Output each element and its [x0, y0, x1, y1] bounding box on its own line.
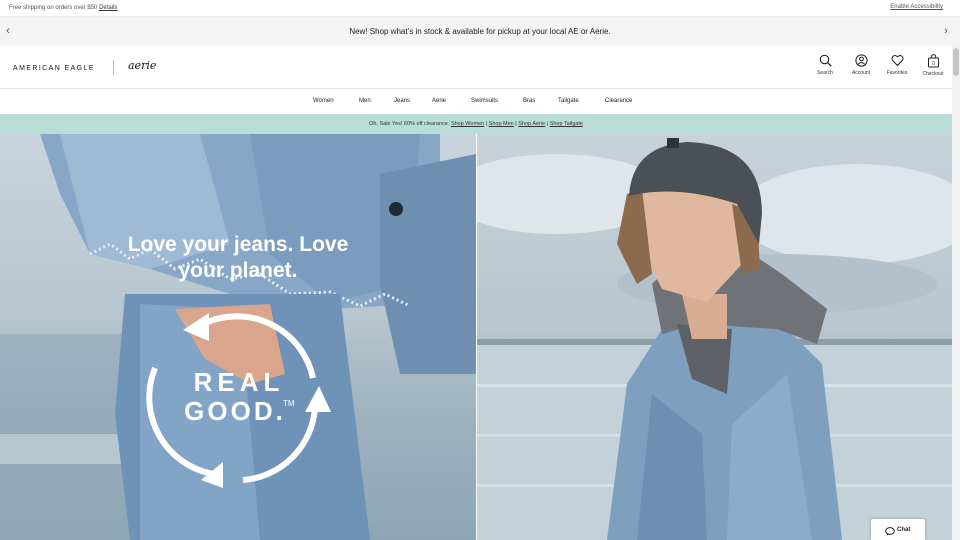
aerie-logo[interactable]: aerie — [128, 59, 156, 72]
sale-text: Oh, Sale Yes! 60% off clearance. — [369, 121, 450, 127]
shipping-text: Free shipping on orders over $50 — [9, 5, 98, 11]
shop-women-link[interactable]: Shop Women — [451, 121, 484, 127]
bag-count: 0 — [932, 61, 935, 67]
bag-icon: 0 — [927, 54, 939, 68]
heart-icon — [891, 55, 903, 67]
hero-real-good[interactable]: REAL GOOD. TM — [0, 134, 476, 540]
shipping-notice: Free shipping on orders over $50 Details — [9, 5, 117, 11]
page-scrollbar[interactable] — [952, 46, 960, 540]
favorites-label: Favorites — [886, 70, 908, 76]
good-text: GOOD. — [184, 396, 286, 426]
nav-item-swimsuits[interactable]: Swimsuits — [471, 98, 498, 104]
account-label: Account — [851, 70, 871, 76]
chat-label: Chat — [897, 527, 911, 533]
sale-banner: Oh, Sale Yes! 60% off clearance. Shop Wo… — [0, 114, 952, 134]
separator: | — [546, 121, 549, 127]
site-header: AMERICAN EAGLE aerie Search Account Favo… — [0, 46, 952, 89]
separator: | — [515, 121, 517, 127]
nav-item-aerie[interactable]: Aerie — [432, 98, 446, 104]
hero-love-your-jeans[interactable] — [477, 134, 952, 540]
american-eagle-logo[interactable]: AMERICAN EAGLE — [13, 65, 95, 72]
hero-headline: Love your jeans. Love your planet. — [127, 233, 349, 282]
model-photo — [477, 138, 952, 540]
nav-item-tailgate[interactable]: Tailgate — [558, 98, 579, 104]
search-button[interactable]: Search — [809, 54, 841, 76]
nav-item-jeans[interactable]: Jeans — [394, 98, 410, 104]
promo-text[interactable]: New! Shop what’s in stock & available fo… — [0, 27, 960, 36]
shop-tailgate-link[interactable]: Shop Tailgate — [550, 121, 583, 127]
separator: | — [485, 121, 488, 127]
nav-item-clearance[interactable]: Clearance — [605, 98, 632, 104]
shop-men-link[interactable]: Shop Men — [489, 121, 514, 127]
account-button[interactable]: Account — [845, 54, 877, 76]
real-text: REAL — [194, 367, 285, 397]
main-nav: Women Men Jeans Aerie Swimsuits Bras Tai… — [0, 89, 952, 114]
header-icons: Search Account Favorites 0 Checkout — [809, 54, 944, 80]
utility-bar: Free shipping on orders over $50 Details… — [0, 0, 960, 17]
carousel-next-icon[interactable]: › — [941, 25, 951, 37]
nav-item-bras[interactable]: Bras — [523, 98, 535, 104]
search-icon — [819, 54, 832, 67]
checkout-label: Checkout — [922, 71, 944, 77]
scrollbar-thumb[interactable] — [953, 48, 959, 76]
shipping-details-link[interactable]: Details — [99, 5, 117, 11]
shop-aerie-link[interactable]: Shop Aerie — [518, 121, 545, 127]
trademark-text: TM — [283, 399, 295, 408]
account-icon — [854, 54, 868, 67]
logo-divider — [113, 60, 114, 75]
nav-item-men[interactable]: Men — [359, 98, 371, 104]
favorites-button[interactable]: Favorites — [881, 54, 913, 76]
enable-accessibility-link[interactable]: Enable Accessibility — [890, 4, 943, 10]
real-good-logo: REAL GOOD. TM — [146, 313, 331, 488]
chat-button[interactable]: Chat — [871, 519, 925, 540]
checkout-button[interactable]: 0 Checkout — [917, 54, 949, 77]
promo-carousel: ‹ New! Shop what’s in stock & available … — [0, 17, 960, 46]
nav-item-women[interactable]: Women — [313, 98, 334, 104]
chat-bubble-icon — [885, 527, 895, 536]
search-label: Search — [817, 70, 833, 76]
